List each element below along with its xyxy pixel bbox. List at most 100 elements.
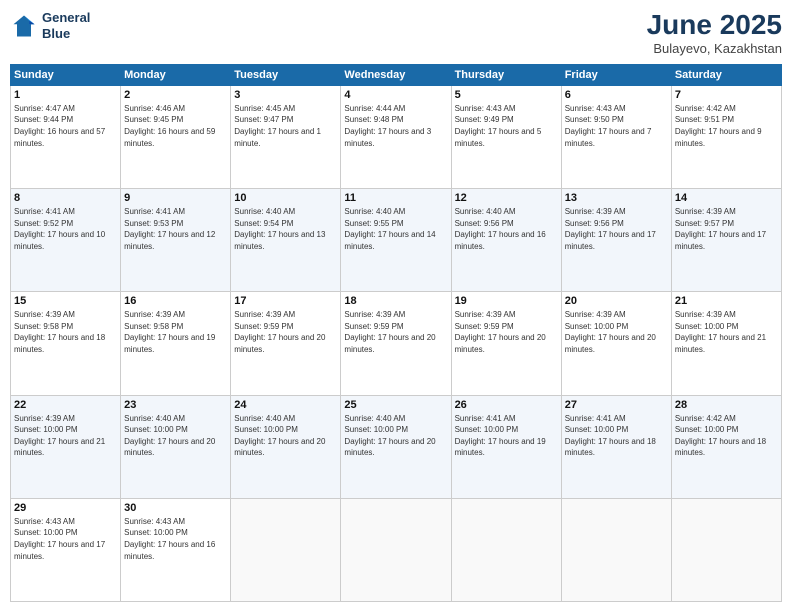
calendar-table: Sunday Monday Tuesday Wednesday Thursday… [10, 64, 782, 602]
col-friday: Friday [561, 64, 671, 85]
day-cell: 10 Sunrise: 4:40 AMSunset: 9:54 PMDaylig… [231, 189, 341, 292]
day-number: 4 [344, 89, 447, 101]
day-number: 27 [565, 399, 668, 411]
col-monday: Monday [121, 64, 231, 85]
day-cell: 24 Sunrise: 4:40 AMSunset: 10:00 PMDayli… [231, 395, 341, 498]
day-number: 18 [344, 295, 447, 307]
day-cell: 30 Sunrise: 4:43 AMSunset: 10:00 PMDayli… [121, 498, 231, 601]
day-number: 23 [124, 399, 227, 411]
day-number: 6 [565, 89, 668, 101]
day-info: Sunrise: 4:40 AMSunset: 10:00 PMDaylight… [344, 413, 447, 459]
day-info: Sunrise: 4:39 AMSunset: 9:59 PMDaylight:… [234, 309, 337, 355]
month-title: June 2025 [647, 10, 782, 41]
day-cell: 29 Sunrise: 4:43 AMSunset: 10:00 PMDayli… [11, 498, 121, 601]
day-cell [341, 498, 451, 601]
day-info: Sunrise: 4:46 AMSunset: 9:45 PMDaylight:… [124, 103, 227, 149]
day-number: 15 [14, 295, 117, 307]
day-info: Sunrise: 4:39 AMSunset: 9:59 PMDaylight:… [344, 309, 447, 355]
day-number: 9 [124, 192, 227, 204]
day-info: Sunrise: 4:41 AMSunset: 9:52 PMDaylight:… [14, 206, 117, 252]
page: General Blue June 2025 Bulayevo, Kazakhs… [0, 0, 792, 612]
day-number: 14 [675, 192, 778, 204]
day-cell: 26 Sunrise: 4:41 AMSunset: 10:00 PMDayli… [451, 395, 561, 498]
day-number: 1 [14, 89, 117, 101]
day-number: 3 [234, 89, 337, 101]
day-number: 12 [455, 192, 558, 204]
day-info: Sunrise: 4:39 AMSunset: 10:00 PMDaylight… [675, 309, 778, 355]
day-number: 24 [234, 399, 337, 411]
col-wednesday: Wednesday [341, 64, 451, 85]
day-number: 11 [344, 192, 447, 204]
day-number: 29 [14, 502, 117, 514]
day-number: 10 [234, 192, 337, 204]
week-row-1: 1 Sunrise: 4:47 AMSunset: 9:44 PMDayligh… [11, 85, 782, 188]
day-cell: 18 Sunrise: 4:39 AMSunset: 9:59 PMDaylig… [341, 292, 451, 395]
day-cell [231, 498, 341, 601]
day-cell: 25 Sunrise: 4:40 AMSunset: 10:00 PMDayli… [341, 395, 451, 498]
day-info: Sunrise: 4:39 AMSunset: 9:56 PMDaylight:… [565, 206, 668, 252]
day-cell: 22 Sunrise: 4:39 AMSunset: 10:00 PMDayli… [11, 395, 121, 498]
day-number: 16 [124, 295, 227, 307]
day-number: 22 [14, 399, 117, 411]
day-number: 20 [565, 295, 668, 307]
day-number: 5 [455, 89, 558, 101]
col-sunday: Sunday [11, 64, 121, 85]
day-cell: 16 Sunrise: 4:39 AMSunset: 9:58 PMDaylig… [121, 292, 231, 395]
day-number: 25 [344, 399, 447, 411]
day-cell: 3 Sunrise: 4:45 AMSunset: 9:47 PMDayligh… [231, 85, 341, 188]
day-cell: 27 Sunrise: 4:41 AMSunset: 10:00 PMDayli… [561, 395, 671, 498]
day-info: Sunrise: 4:40 AMSunset: 10:00 PMDaylight… [234, 413, 337, 459]
day-cell: 21 Sunrise: 4:39 AMSunset: 10:00 PMDayli… [671, 292, 781, 395]
col-thursday: Thursday [451, 64, 561, 85]
logo-icon [10, 12, 38, 40]
day-cell: 5 Sunrise: 4:43 AMSunset: 9:49 PMDayligh… [451, 85, 561, 188]
day-number: 8 [14, 192, 117, 204]
day-info: Sunrise: 4:43 AMSunset: 10:00 PMDaylight… [124, 516, 227, 562]
day-number: 17 [234, 295, 337, 307]
day-info: Sunrise: 4:40 AMSunset: 9:56 PMDaylight:… [455, 206, 558, 252]
day-cell: 19 Sunrise: 4:39 AMSunset: 9:59 PMDaylig… [451, 292, 561, 395]
week-row-5: 29 Sunrise: 4:43 AMSunset: 10:00 PMDayli… [11, 498, 782, 601]
day-cell: 1 Sunrise: 4:47 AMSunset: 9:44 PMDayligh… [11, 85, 121, 188]
day-number: 2 [124, 89, 227, 101]
day-info: Sunrise: 4:41 AMSunset: 9:53 PMDaylight:… [124, 206, 227, 252]
col-saturday: Saturday [671, 64, 781, 85]
day-cell: 7 Sunrise: 4:42 AMSunset: 9:51 PMDayligh… [671, 85, 781, 188]
logo: General Blue [10, 10, 90, 41]
day-cell: 6 Sunrise: 4:43 AMSunset: 9:50 PMDayligh… [561, 85, 671, 188]
day-cell: 28 Sunrise: 4:42 AMSunset: 10:00 PMDayli… [671, 395, 781, 498]
day-cell: 2 Sunrise: 4:46 AMSunset: 9:45 PMDayligh… [121, 85, 231, 188]
day-info: Sunrise: 4:41 AMSunset: 10:00 PMDaylight… [455, 413, 558, 459]
day-info: Sunrise: 4:43 AMSunset: 9:50 PMDaylight:… [565, 103, 668, 149]
calendar-header-row: Sunday Monday Tuesday Wednesday Thursday… [11, 64, 782, 85]
day-cell: 17 Sunrise: 4:39 AMSunset: 9:59 PMDaylig… [231, 292, 341, 395]
day-info: Sunrise: 4:41 AMSunset: 10:00 PMDaylight… [565, 413, 668, 459]
day-cell [671, 498, 781, 601]
day-cell: 23 Sunrise: 4:40 AMSunset: 10:00 PMDayli… [121, 395, 231, 498]
day-cell: 8 Sunrise: 4:41 AMSunset: 9:52 PMDayligh… [11, 189, 121, 292]
day-info: Sunrise: 4:45 AMSunset: 9:47 PMDaylight:… [234, 103, 337, 149]
day-number: 21 [675, 295, 778, 307]
day-info: Sunrise: 4:43 AMSunset: 10:00 PMDaylight… [14, 516, 117, 562]
day-info: Sunrise: 4:42 AMSunset: 10:00 PMDaylight… [675, 413, 778, 459]
day-cell: 9 Sunrise: 4:41 AMSunset: 9:53 PMDayligh… [121, 189, 231, 292]
day-cell: 11 Sunrise: 4:40 AMSunset: 9:55 PMDaylig… [341, 189, 451, 292]
day-info: Sunrise: 4:39 AMSunset: 9:57 PMDaylight:… [675, 206, 778, 252]
day-info: Sunrise: 4:47 AMSunset: 9:44 PMDaylight:… [14, 103, 117, 149]
day-number: 7 [675, 89, 778, 101]
week-row-4: 22 Sunrise: 4:39 AMSunset: 10:00 PMDayli… [11, 395, 782, 498]
day-number: 19 [455, 295, 558, 307]
day-info: Sunrise: 4:39 AMSunset: 9:58 PMDaylight:… [124, 309, 227, 355]
day-number: 30 [124, 502, 227, 514]
day-info: Sunrise: 4:39 AMSunset: 10:00 PMDaylight… [565, 309, 668, 355]
day-number: 26 [455, 399, 558, 411]
day-number: 13 [565, 192, 668, 204]
day-info: Sunrise: 4:39 AMSunset: 9:58 PMDaylight:… [14, 309, 117, 355]
day-info: Sunrise: 4:44 AMSunset: 9:48 PMDaylight:… [344, 103, 447, 149]
day-info: Sunrise: 4:40 AMSunset: 10:00 PMDaylight… [124, 413, 227, 459]
week-row-3: 15 Sunrise: 4:39 AMSunset: 9:58 PMDaylig… [11, 292, 782, 395]
week-row-2: 8 Sunrise: 4:41 AMSunset: 9:52 PMDayligh… [11, 189, 782, 292]
day-cell: 14 Sunrise: 4:39 AMSunset: 9:57 PMDaylig… [671, 189, 781, 292]
day-cell: 15 Sunrise: 4:39 AMSunset: 9:58 PMDaylig… [11, 292, 121, 395]
day-number: 28 [675, 399, 778, 411]
